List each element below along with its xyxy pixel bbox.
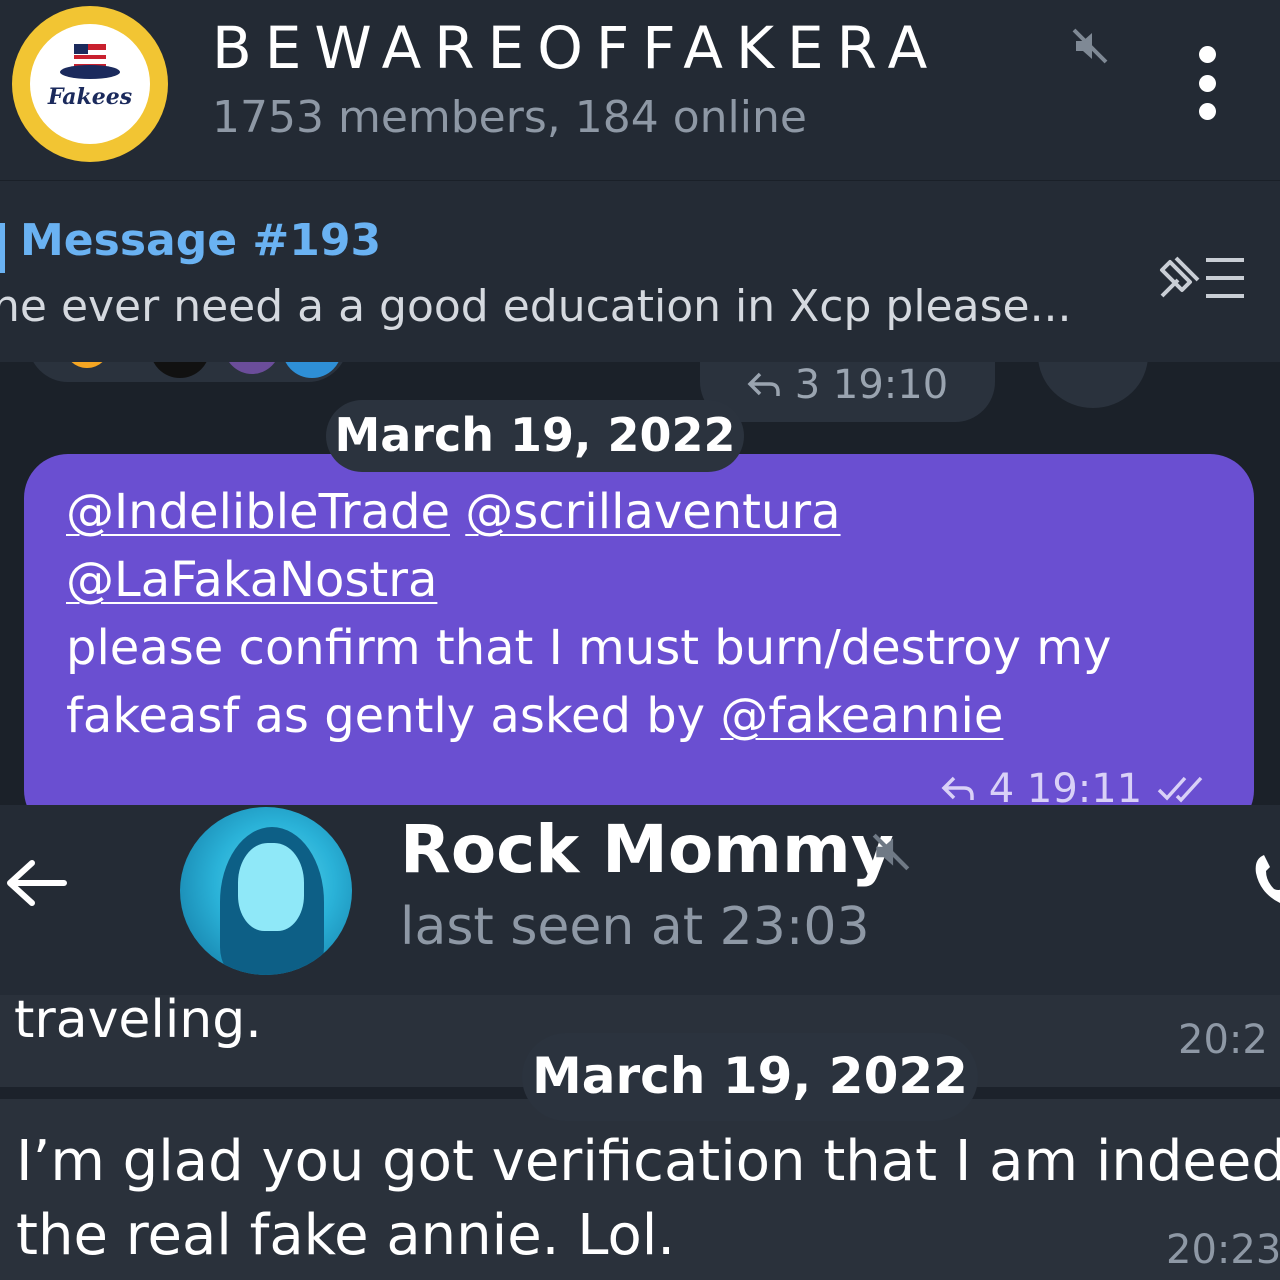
private-chat-screenshot: Rock Mommy last seen at 23:03 traveling.… bbox=[0, 805, 1280, 1280]
outgoing-message-meta: 4 19:11 bbox=[940, 766, 1215, 805]
outgoing-reply-count: 4 bbox=[988, 766, 1015, 805]
pinned-message-title: Message #193 bbox=[20, 215, 382, 266]
muted-speaker-icon bbox=[1072, 28, 1108, 64]
message-text: I’m glad you got verification that I am … bbox=[16, 1125, 1280, 1273]
message-time: 20:2 bbox=[1178, 1017, 1268, 1063]
pinned-list-icon[interactable] bbox=[1152, 250, 1248, 306]
mention-link[interactable]: @IndelibleTrade bbox=[66, 484, 450, 540]
message-text: traveling. bbox=[14, 990, 262, 1050]
previous-message-time: 19:10 bbox=[832, 362, 949, 408]
mention-link[interactable]: @scrillaventura bbox=[465, 484, 840, 540]
previous-message-meta: 3 19:10 bbox=[746, 362, 948, 408]
reactions-strip[interactable] bbox=[28, 362, 348, 382]
reply-count-icon bbox=[941, 776, 974, 800]
muted-speaker-icon bbox=[872, 833, 910, 871]
mention-link[interactable]: @fakeannie bbox=[720, 688, 1003, 744]
contact-header: Rock Mommy last seen at 23:03 bbox=[0, 805, 1280, 995]
group-header: Fakees BEWAREOFFAKERA 1753 members, 184 … bbox=[0, 0, 1280, 180]
top-hat-icon bbox=[60, 44, 120, 79]
message-text-line: the real fake annie. Lol. bbox=[16, 1203, 676, 1268]
message-time: 20:23 bbox=[1166, 1227, 1280, 1273]
group-avatar-text: Fakees bbox=[47, 84, 133, 110]
group-avatar[interactable]: Fakees bbox=[12, 6, 168, 162]
mention-link[interactable]: @LaFakaNostra bbox=[66, 552, 437, 608]
back-arrow-icon[interactable] bbox=[0, 853, 70, 913]
reaction-emoji[interactable] bbox=[224, 362, 280, 374]
group-member-count: 1753 members, 184 online bbox=[212, 92, 807, 143]
avatar-face bbox=[238, 843, 304, 931]
message-body-line: fakeasf as gently asked by bbox=[66, 688, 721, 744]
forward-button[interactable] bbox=[1038, 362, 1148, 408]
reaction-emoji[interactable] bbox=[282, 362, 342, 378]
more-vert-icon[interactable] bbox=[1192, 46, 1222, 120]
pinned-message-preview: ne ever need a a good education in Xcp p… bbox=[0, 281, 1072, 332]
outgoing-message-time: 19:11 bbox=[1026, 766, 1143, 805]
group-chat-screenshot: Fakees BEWAREOFFAKERA 1753 members, 184 … bbox=[0, 0, 1280, 805]
reaction-emoji[interactable] bbox=[150, 362, 210, 378]
reply-count-icon bbox=[747, 372, 780, 396]
group-title[interactable]: BEWAREOFFAKERA bbox=[212, 14, 940, 82]
date-separator: March 19, 2022 bbox=[522, 1033, 978, 1121]
reaction-emoji[interactable] bbox=[64, 362, 110, 368]
contact-avatar[interactable] bbox=[180, 807, 352, 975]
outgoing-message-text: @IndelibleTrade @scrillaventura @LaFakaN… bbox=[66, 478, 1246, 750]
message-text-line: I’m glad you got verification that I am … bbox=[16, 1129, 1280, 1194]
pinned-message-bar[interactable]: Message #193 ne ever need a a good educa… bbox=[0, 180, 1280, 362]
phone-call-icon[interactable] bbox=[1250, 849, 1280, 909]
pinned-indicator bbox=[0, 223, 5, 273]
date-separator: March 19, 2022 bbox=[326, 400, 744, 472]
contact-last-seen: last seen at 23:03 bbox=[400, 897, 870, 957]
double-check-icon bbox=[1157, 776, 1203, 803]
previous-reply-count: 3 bbox=[794, 362, 821, 408]
message-body-line: please confirm that I must burn/destroy … bbox=[66, 620, 1112, 676]
contact-name[interactable]: Rock Mommy bbox=[400, 811, 894, 888]
group-avatar-logo: Fakees bbox=[30, 24, 150, 144]
